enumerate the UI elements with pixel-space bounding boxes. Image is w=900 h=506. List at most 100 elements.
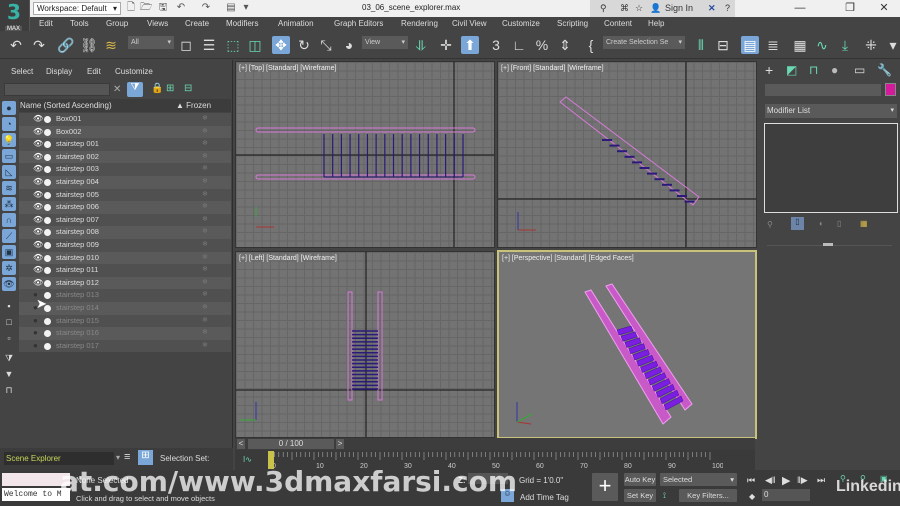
frame-indicator[interactable]: 0 / 100 [248, 439, 334, 449]
rectangular-selection-icon[interactable]: ⬚ [224, 36, 242, 54]
visibility-filter-icon[interactable]: 👁 [2, 277, 16, 291]
menu-help[interactable]: Help [648, 19, 664, 28]
scene-search-input[interactable] [4, 83, 110, 96]
more-tools-icon[interactable]: ▾ [884, 36, 900, 54]
list-item[interactable]: 👁 stairstep 012 ❄ [19, 276, 231, 290]
hierarchy-expand-icon[interactable]: ⊞ [166, 83, 174, 94]
list-item[interactable]: 👁 stairstep 011 ❄ [19, 264, 231, 277]
menu-civil-view[interactable]: Civil View [452, 19, 487, 28]
menu-views[interactable]: Views [147, 19, 168, 28]
auto-key-button[interactable]: Auto Key [624, 473, 656, 486]
lights-filter-icon[interactable]: 💡 [2, 133, 16, 147]
space-warps-filter-icon[interactable]: ≋ [2, 181, 16, 195]
reference-coordinate-dropdown[interactable]: View ▾ [362, 36, 408, 49]
object-name-field[interactable] [765, 84, 881, 96]
object-color-swatch[interactable] [885, 83, 896, 96]
render-toggle-icon[interactable] [44, 330, 51, 338]
render-toggle-icon[interactable] [44, 242, 51, 249]
hierarchy-mode-icon[interactable]: ⊞ [138, 450, 153, 465]
sign-in-link[interactable]: Sign In [665, 3, 693, 13]
visibility-toggle-icon[interactable]: 👁 [33, 163, 43, 176]
visibility-toggle-icon[interactable]: 👁 [33, 189, 43, 202]
hierarchy-tab-icon[interactable]: ⊓ [809, 63, 818, 77]
list-item[interactable]: ● stairstep 017 ❄ [19, 339, 231, 353]
modify-tab-icon[interactable]: ◩ [786, 63, 797, 77]
visibility-toggle-icon[interactable]: 👁 [33, 226, 43, 239]
pin-stack-icon[interactable]: ⚲ [767, 220, 773, 229]
column-name-header[interactable]: Name (Sorted Ascending) [20, 101, 112, 110]
list-item[interactable]: 👁 stairstep 006 ❄ [19, 201, 231, 214]
key-filters-button[interactable]: Key Filters... [679, 489, 737, 502]
shapes-filter-icon[interactable]: ◔ [2, 117, 16, 131]
menu-rendering[interactable]: Rendering [401, 19, 438, 28]
hierarchy-collapse-icon[interactable]: ⊟ [184, 83, 192, 94]
filter-options-icon[interactable]: ⧩ [2, 351, 16, 365]
visibility-toggle-icon[interactable]: 👁 [33, 201, 43, 214]
frozen-toggle-icon[interactable]: ❄ [202, 151, 208, 164]
list-item[interactable]: ● stairstep 016 ❄ [19, 327, 231, 340]
visibility-toggle-icon[interactable]: 👁 [33, 239, 43, 252]
play-icon[interactable]: ▶ [782, 474, 790, 487]
binoculars-icon[interactable]: ⚲ [600, 3, 607, 14]
window-crossing-icon[interactable]: ◫ [246, 36, 264, 54]
align-icon[interactable]: ⊟ [714, 36, 732, 54]
next-frame-button[interactable]: > [336, 439, 344, 449]
keyboard-shortcut-override-icon[interactable]: ⬆ [461, 36, 479, 54]
render-toggle-icon[interactable] [44, 191, 51, 199]
visibility-toggle-icon[interactable]: 👁 [33, 214, 43, 227]
layer-explorer-icon[interactable]: ≣ [764, 36, 782, 54]
filter-icon[interactable]: ▼ [2, 367, 16, 381]
visibility-toggle-icon[interactable]: 👁 [33, 176, 43, 189]
link-icon[interactable]: 🔗 [57, 36, 75, 54]
visibility-toggle-icon[interactable]: 👁 [33, 126, 43, 139]
menu-customize[interactable]: Customize [502, 19, 540, 28]
bind-space-warp-icon[interactable]: ≋ [102, 36, 120, 54]
utilities-tab-icon[interactable]: 🔧 [877, 63, 892, 77]
close-button[interactable]: ✕ [872, 1, 896, 16]
key-mode-toggle-icon[interactable]: ⟟ [663, 491, 666, 501]
menu-content[interactable]: Content [604, 19, 632, 28]
frozen-toggle-icon[interactable]: ❄ [202, 176, 208, 189]
add-time-tag-button[interactable]: Add Time Tag [520, 493, 569, 502]
redo-icon[interactable]: ↷ [200, 2, 212, 14]
modifier-stack[interactable] [764, 123, 898, 213]
key-mode-dropdown[interactable]: Selected ▾ [660, 473, 737, 486]
render-toggle-icon[interactable] [44, 229, 51, 237]
viewport-label-front[interactable]: [+] [Front] [Standard] [Wireframe] [501, 65, 604, 72]
frozen-toggle-icon[interactable]: ❄ [202, 126, 208, 139]
frozen-toggle-icon[interactable]: ❄ [202, 277, 208, 290]
viewport-label-perspective[interactable]: [+] [Perspective] [Standard] [Edged Face… [502, 255, 634, 262]
list-item[interactable]: ● stairstep 015 ❄ [19, 314, 231, 328]
frozen-toggle-icon[interactable]: ❄ [202, 189, 208, 202]
frozen-toggle-icon[interactable]: ❄ [202, 163, 208, 176]
menu-modifiers[interactable]: Modifiers [226, 19, 258, 28]
render-toggle-icon[interactable] [44, 267, 51, 275]
list-item[interactable]: 👁 stairstep 004 ❄ [19, 176, 231, 189]
render-toggle-icon[interactable] [44, 141, 51, 149]
toggle-ribbon-icon[interactable]: ▦ [791, 36, 809, 54]
helpers-filter-icon[interactable]: ◺ [2, 165, 16, 179]
viewport-perspective[interactable]: [+] [Perspective] [Standard] [Edged Face… [497, 250, 757, 439]
frozen-toggle-icon[interactable]: ❄ [202, 252, 208, 265]
next-frame-icon[interactable]: ‖▶ [797, 475, 808, 486]
current-frame-field[interactable]: 0 [762, 489, 810, 501]
communication-icon[interactable]: ⌘ [620, 3, 629, 14]
visibility-toggle-icon[interactable]: 👁 [33, 277, 43, 290]
clear-search-icon[interactable]: ✕ [113, 84, 121, 95]
viewport-front[interactable]: [+] [Front] [Standard] [Wireframe] [497, 61, 757, 248]
menu-tools[interactable]: Tools [70, 19, 89, 28]
go-to-start-icon[interactable]: ⏮ [747, 475, 755, 486]
pivot-center-icon[interactable]: ⥥ [412, 36, 430, 54]
se-menu-select[interactable]: Select [11, 67, 33, 76]
geometry-filter-icon[interactable]: ● [2, 101, 16, 115]
frozen-toggle-icon[interactable]: ❄ [202, 340, 208, 353]
select-and-scale-icon[interactable]: ⤡ [317, 36, 335, 54]
list-item[interactable]: ● stairstep 013 ❄ [19, 289, 231, 302]
particles-filter-icon[interactable]: ✲ [2, 261, 16, 275]
previous-frame-icon[interactable]: ◀‖ [765, 475, 776, 486]
project-icon[interactable]: ▤ [225, 2, 237, 14]
list-item[interactable]: 👁 stairstep 007 ❄ [19, 213, 231, 227]
visibility-toggle-icon[interactable]: 👁 [33, 252, 43, 265]
list-item[interactable]: 👁 stairstep 002 ❄ [19, 150, 231, 164]
render-toggle-icon[interactable] [44, 317, 51, 325]
